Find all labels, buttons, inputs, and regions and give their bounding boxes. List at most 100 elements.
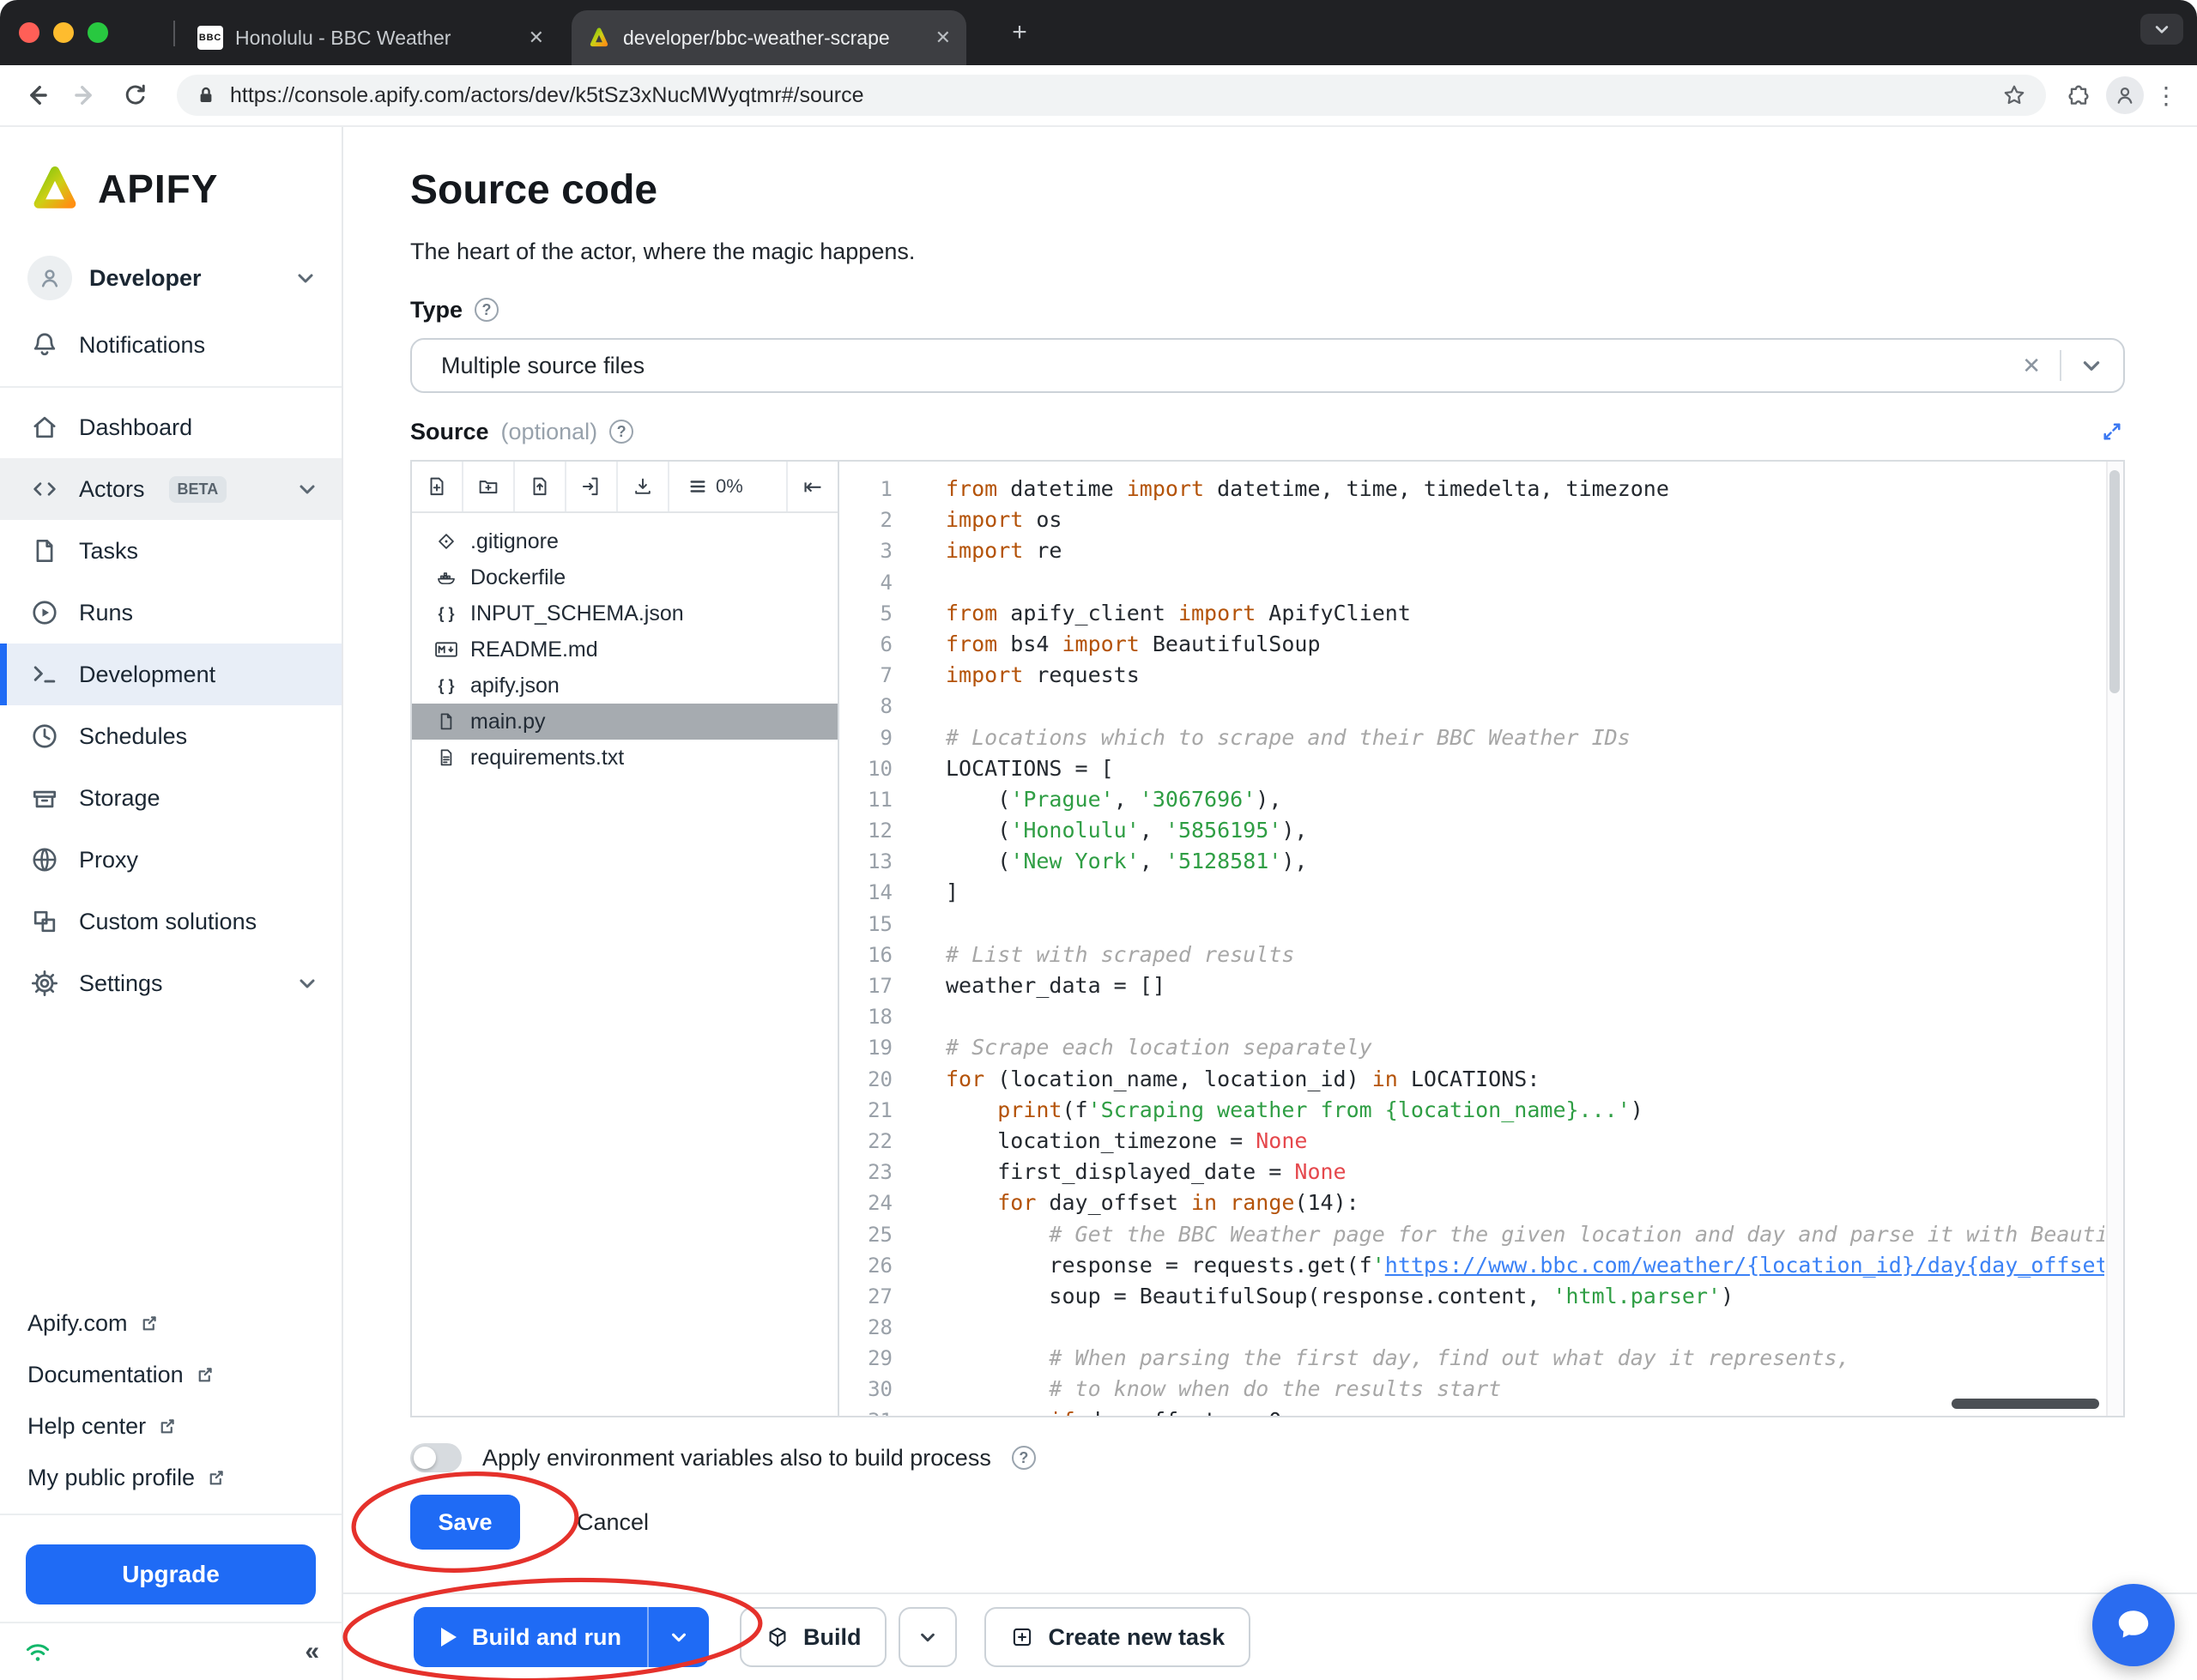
cube-icon	[769, 1627, 786, 1647]
upgrade-button[interactable]: Upgrade	[26, 1544, 316, 1604]
terminal-icon	[29, 659, 60, 690]
sidebar-item-notifications[interactable]: Notifications	[0, 314, 342, 376]
sidebar-item-storage[interactable]: Storage	[0, 767, 342, 829]
sidebar-link-documentation[interactable]: Documentation	[0, 1349, 342, 1400]
sidebar-item-settings[interactable]: Settings	[0, 952, 342, 1014]
vertical-scrollbar[interactable]	[2106, 462, 2123, 1416]
sidebar-link-apify-com[interactable]: Apify.com	[0, 1297, 342, 1349]
build-and-run-button[interactable]: Build and run	[414, 1607, 647, 1667]
build-and-run-dropdown-button[interactable]	[646, 1607, 709, 1667]
sidebar-item-dashboard[interactable]: Dashboard	[0, 396, 342, 458]
new-file-button[interactable]	[412, 462, 463, 511]
horizontal-scrollbar-thumb[interactable]	[1952, 1399, 2099, 1409]
lock-icon	[196, 85, 216, 106]
sidebar-item-label: Development	[79, 661, 216, 687]
external-link-icon	[140, 1314, 159, 1333]
sidebar-item-label: Dashboard	[79, 414, 193, 440]
bookmark-star-icon[interactable]	[2001, 82, 2027, 108]
window-minimize-button[interactable]	[53, 22, 74, 43]
new-tab-button[interactable]: +	[1004, 17, 1035, 48]
new-folder-button[interactable]	[463, 462, 515, 511]
file-tree-panel: 0% ⇤ .gitignore Dockerfile {} INPUT_SCH…	[412, 462, 839, 1416]
source-type-select[interactable]: Multiple source files ✕	[410, 338, 2125, 393]
apify-logo[interactable]: APIFY	[0, 127, 342, 242]
sidebar-link-public-profile[interactable]: My public profile	[0, 1452, 342, 1503]
window-close-button[interactable]	[19, 22, 39, 43]
upload-file-button[interactable]	[515, 462, 566, 511]
sidebar-item-schedules[interactable]: Schedules	[0, 705, 342, 767]
sidebar-item-custom-solutions[interactable]: Custom solutions	[0, 891, 342, 952]
file-name: README.md	[470, 637, 598, 662]
download-button[interactable]	[618, 462, 669, 511]
back-button[interactable]	[15, 75, 57, 116]
browser-menu-icon[interactable]: ⋮	[2151, 75, 2182, 116]
blocks-icon	[29, 906, 60, 937]
fullscreen-expand-icon[interactable]	[2099, 419, 2125, 444]
play-circle-icon	[29, 597, 60, 628]
build-dropdown-button[interactable]	[899, 1607, 958, 1667]
file-row-requirements[interactable]: requirements.txt	[412, 740, 838, 776]
help-icon[interactable]: ?	[1011, 1446, 1036, 1470]
close-tab-icon[interactable]: ✕	[529, 28, 544, 47]
json-braces-icon: { }	[438, 604, 455, 622]
sidebar-item-actors[interactable]: Actors BETA	[0, 458, 342, 520]
gear-icon	[29, 968, 60, 999]
chat-widget-button[interactable]	[2092, 1584, 2175, 1666]
close-tab-icon[interactable]: ✕	[935, 28, 951, 47]
sidebar-item-development[interactable]: Development	[0, 644, 342, 705]
import-file-button[interactable]	[566, 462, 618, 511]
extensions-puzzle-icon[interactable]	[2058, 75, 2099, 116]
beta-badge: BETA	[168, 475, 227, 503]
avatar	[27, 256, 72, 300]
file-row-main-py[interactable]: main.py	[412, 704, 838, 740]
help-icon[interactable]: ?	[609, 420, 634, 444]
browser-tab-bbc-weather[interactable]: BBC Honolulu - BBC Weather ✕	[182, 10, 560, 65]
forward-button[interactable]	[65, 75, 106, 116]
source-label: Source	[410, 418, 489, 444]
globe-icon	[29, 844, 60, 875]
help-icon[interactable]: ?	[475, 298, 499, 322]
sidebar-item-runs[interactable]: Runs	[0, 582, 342, 644]
window-zoom-button[interactable]	[88, 22, 108, 43]
file-row-dockerfile[interactable]: Dockerfile	[412, 559, 838, 595]
chevron-down-icon	[297, 479, 318, 499]
env-variables-toggle[interactable]	[410, 1443, 462, 1472]
code-editor-area[interactable]: 1 2 3 4 5 6 7 8 9 10 11 12 13 14 15 16 17 18 19 20 21 22 23 24 2…	[839, 462, 2123, 1416]
vertical-scrollbar-thumb[interactable]	[2109, 470, 2120, 693]
divider	[2060, 350, 2061, 381]
chevron-down-icon	[672, 1633, 686, 1642]
file-row-input-schema[interactable]: { } INPUT_SCHEMA.json	[412, 595, 838, 632]
account-menu[interactable]: Developer	[0, 242, 342, 314]
build-button[interactable]: Build	[739, 1607, 887, 1667]
create-new-task-button[interactable]: Create new task	[984, 1607, 1251, 1667]
chevron-down-icon[interactable]	[2080, 354, 2103, 377]
file-name: Dockerfile	[470, 565, 566, 589]
link-label: Documentation	[27, 1361, 184, 1387]
file-name: main.py	[470, 709, 546, 734]
save-button[interactable]: Save	[410, 1495, 520, 1550]
env-toggle-label: Apply environment variables also to buil…	[482, 1444, 991, 1471]
browser-tab-apify-console[interactable]: developer/bbc-weather-scrape ✕	[572, 10, 966, 65]
file-name: apify.json	[470, 673, 560, 698]
sidebar-item-label: Storage	[79, 784, 160, 811]
cancel-button[interactable]: Cancel	[566, 1508, 659, 1538]
sidebar-link-help-center[interactable]: Help center	[0, 1400, 342, 1452]
address-bar[interactable]: https://console.apify.com/actors/dev/k5t…	[177, 75, 2046, 116]
sidebar-item-proxy[interactable]: Proxy	[0, 829, 342, 891]
tab-search-button[interactable]	[2140, 14, 2183, 45]
collapse-sidebar-button[interactable]: «	[305, 1637, 319, 1666]
reload-button[interactable]	[115, 75, 156, 116]
page-title: Source code	[410, 167, 658, 213]
zoom-level-control[interactable]: 0%	[688, 462, 743, 511]
sidebar-item-tasks[interactable]: Tasks	[0, 520, 342, 582]
git-file-icon	[434, 529, 458, 553]
file-row-readme[interactable]: README.md	[412, 632, 838, 668]
collapse-panel-icon[interactable]: ⇤	[786, 462, 838, 511]
file-row-gitignore[interactable]: .gitignore	[412, 523, 838, 559]
sidebar-item-label: Actors	[79, 475, 145, 502]
file-row-apify-json[interactable]: { } apify.json	[412, 668, 838, 704]
apify-favicon-icon	[587, 26, 611, 50]
link-label: Help center	[27, 1412, 147, 1439]
browser-profile-avatar[interactable]	[2106, 76, 2144, 114]
clear-selection-icon[interactable]: ✕	[2003, 353, 2060, 379]
